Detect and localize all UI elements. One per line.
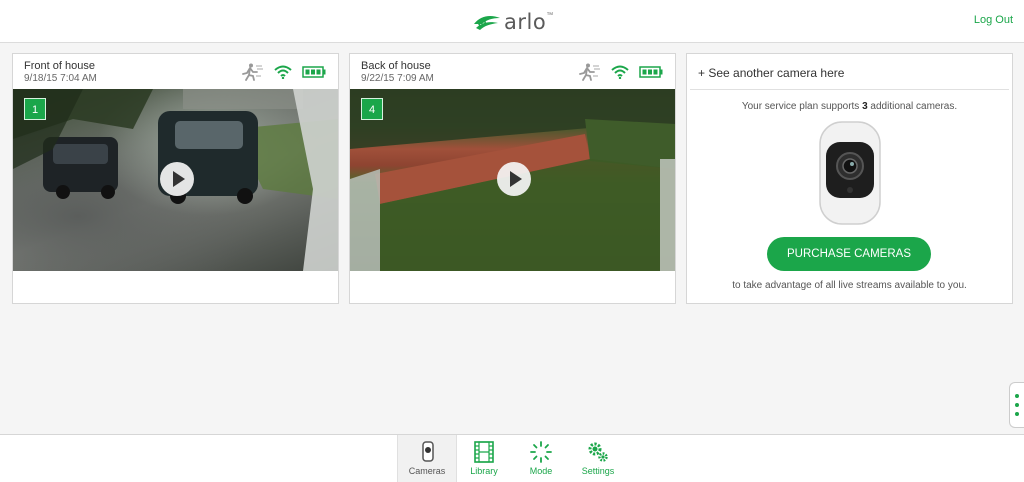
motion-detection-icon [579, 63, 600, 81]
nav-cameras[interactable]: Cameras [397, 435, 457, 482]
camera-feed-thumbnail[interactable]: 1 [13, 89, 338, 271]
add-camera-link[interactable]: + See another camera here [698, 66, 844, 80]
camera-timestamp: 9/22/15 7:09 AM [361, 73, 434, 84]
add-camera-card: + See another camera here Your service p… [686, 53, 1013, 304]
nav-label: Cameras [408, 466, 446, 476]
battery-full-icon [639, 66, 663, 78]
arlo-bird-icon [474, 16, 500, 30]
logo-text: arlo [504, 10, 547, 34]
nav-label: Library [470, 466, 498, 476]
battery-full-icon [302, 66, 326, 78]
handle-dot-icon [1015, 403, 1019, 407]
plan-text-prefix: Your service plan supports [741, 101, 863, 112]
camera-name: Front of house [24, 60, 95, 72]
header: arlo ™ Log Out [0, 0, 1024, 43]
arlo-logo[interactable]: arlo ™ [472, 9, 562, 35]
nav-label: Mode [529, 466, 553, 476]
side-panel-handle[interactable] [1009, 382, 1024, 428]
camera-status-icons [238, 63, 326, 81]
nav-label: Settings [581, 466, 615, 476]
wifi-signal-icon [611, 65, 629, 79]
motion-detection-icon [242, 63, 263, 81]
camera-number-badge: 4 [361, 98, 383, 120]
handle-dot-icon [1015, 394, 1019, 398]
play-button[interactable] [160, 162, 194, 196]
gears-icon [588, 442, 608, 462]
play-button[interactable] [497, 162, 531, 196]
advantage-text: to take advantage of all live streams av… [732, 280, 967, 291]
logout-link[interactable]: Log Out [974, 14, 1013, 26]
camera-card-front: Front of house 9/18/15 7:04 AM 1 [12, 53, 339, 304]
nav-settings[interactable]: Settings [568, 435, 628, 482]
camera-timestamp: 9/18/15 7:04 AM [24, 73, 97, 84]
camera-status-icons [575, 63, 663, 81]
wifi-signal-icon [274, 65, 292, 79]
spinner-icon [530, 441, 552, 463]
camera-feed-thumbnail[interactable]: 4 [350, 89, 675, 271]
camera-name: Back of house [361, 60, 431, 72]
bottom-nav-bar: Cameras Library Mode Settings [0, 434, 1024, 482]
plan-text-suffix: additional cameras. [867, 101, 958, 112]
service-plan-text: Your service plan supports 3 additional … [687, 101, 1012, 112]
arlo-camera-product-image [819, 121, 881, 225]
nav-library[interactable]: Library [454, 435, 514, 482]
handle-dot-icon [1015, 412, 1019, 416]
camera-number-badge: 1 [24, 98, 46, 120]
camera-card-back: Back of house 9/22/15 7:09 AM 4 [349, 53, 676, 304]
film-icon [474, 441, 494, 463]
nav-mode[interactable]: Mode [511, 435, 571, 482]
purchase-cameras-button[interactable]: PURCHASE CAMERAS [767, 237, 931, 271]
camera-icon [422, 441, 434, 462]
logo-trademark: ™ [546, 12, 554, 19]
divider [690, 89, 1009, 90]
